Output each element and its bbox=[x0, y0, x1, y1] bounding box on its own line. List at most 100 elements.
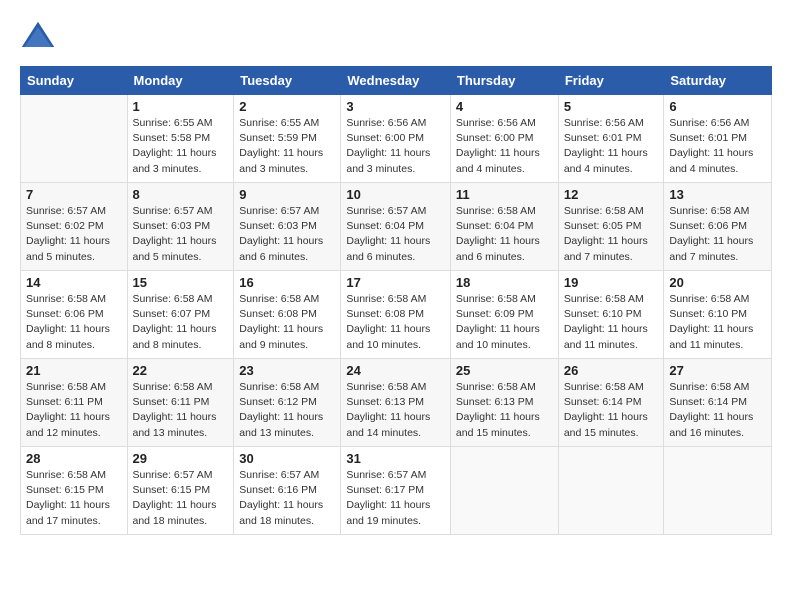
calendar-header-row: SundayMondayTuesdayWednesdayThursdayFrid… bbox=[21, 67, 772, 95]
calendar-cell bbox=[450, 447, 558, 535]
weekday-header-thursday: Thursday bbox=[450, 67, 558, 95]
day-info: Sunrise: 6:58 AM Sunset: 6:10 PM Dayligh… bbox=[564, 292, 659, 353]
page: SundayMondayTuesdayWednesdayThursdayFrid… bbox=[0, 0, 792, 612]
day-number: 28 bbox=[26, 451, 122, 466]
calendar-cell: 14 Sunrise: 6:58 AM Sunset: 6:06 PM Dayli… bbox=[21, 271, 128, 359]
calendar-cell: 5Sunrise: 6:56 AM Sunset: 6:01 PM Daylig… bbox=[558, 95, 664, 183]
day-number: 21 bbox=[26, 363, 122, 378]
calendar-week-row: 21 Sunrise: 6:58 AM Sunset: 6:11 PM Dayli… bbox=[21, 359, 772, 447]
day-number: 19 bbox=[564, 275, 659, 290]
day-number: 26 bbox=[564, 363, 659, 378]
day-number: 20 bbox=[669, 275, 766, 290]
logo-icon bbox=[20, 20, 56, 56]
day-number: 27 bbox=[669, 363, 766, 378]
day-number: 6 bbox=[669, 99, 766, 114]
day-number: 29 bbox=[133, 451, 229, 466]
day-info: Sunrise: 6:57 AM Sunset: 6:03 PM Dayligh… bbox=[133, 204, 229, 265]
day-number: 16 bbox=[239, 275, 335, 290]
calendar-cell: 7Sunrise: 6:57 AM Sunset: 6:02 PM Daylig… bbox=[21, 183, 128, 271]
day-number: 14 bbox=[26, 275, 122, 290]
day-info: Sunrise: 6:55 AM Sunset: 5:58 PM Dayligh… bbox=[133, 116, 229, 177]
calendar-cell: 3 Sunrise: 6:56 AM Sunset: 6:00 PM Daylig… bbox=[341, 95, 451, 183]
calendar-cell bbox=[21, 95, 128, 183]
day-number: 11 bbox=[456, 187, 553, 202]
day-number: 22 bbox=[133, 363, 229, 378]
calendar-cell: 9 Sunrise: 6:57 AM Sunset: 6:03 PM Daylig… bbox=[234, 183, 341, 271]
header bbox=[20, 20, 772, 56]
calendar-cell: 20 Sunrise: 6:58 AM Sunset: 6:10 PM Dayli… bbox=[664, 271, 772, 359]
calendar-cell: 17 Sunrise: 6:58 AM Sunset: 6:08 PM Dayli… bbox=[341, 271, 451, 359]
day-info: Sunrise: 6:58 AM Sunset: 6:12 PM Dayligh… bbox=[239, 380, 335, 441]
day-number: 25 bbox=[456, 363, 553, 378]
calendar-cell: 24 Sunrise: 6:58 AM Sunset: 6:13 PM Dayli… bbox=[341, 359, 451, 447]
calendar-cell: 26 Sunrise: 6:58 AM Sunset: 6:14 PM Dayli… bbox=[558, 359, 664, 447]
day-number: 23 bbox=[239, 363, 335, 378]
calendar-cell: 19 Sunrise: 6:58 AM Sunset: 6:10 PM Dayli… bbox=[558, 271, 664, 359]
weekday-header-wednesday: Wednesday bbox=[341, 67, 451, 95]
calendar-cell: 23 Sunrise: 6:58 AM Sunset: 6:12 PM Dayli… bbox=[234, 359, 341, 447]
calendar-week-row: 7Sunrise: 6:57 AM Sunset: 6:02 PM Daylig… bbox=[21, 183, 772, 271]
calendar-cell: 1 Sunrise: 6:55 AM Sunset: 5:58 PM Daylig… bbox=[127, 95, 234, 183]
calendar-week-row: 14 Sunrise: 6:58 AM Sunset: 6:06 PM Dayli… bbox=[21, 271, 772, 359]
day-number: 10 bbox=[346, 187, 445, 202]
day-info: Sunrise: 6:58 AM Sunset: 6:13 PM Dayligh… bbox=[346, 380, 445, 441]
day-info: Sunrise: 6:58 AM Sunset: 6:13 PM Dayligh… bbox=[456, 380, 553, 441]
day-info: Sunrise: 6:57 AM Sunset: 6:03 PM Dayligh… bbox=[239, 204, 335, 265]
calendar-cell: 13 Sunrise: 6:58 AM Sunset: 6:06 PM Dayli… bbox=[664, 183, 772, 271]
day-number: 4 bbox=[456, 99, 553, 114]
calendar-cell: 8 Sunrise: 6:57 AM Sunset: 6:03 PM Daylig… bbox=[127, 183, 234, 271]
day-info: Sunrise: 6:58 AM Sunset: 6:14 PM Dayligh… bbox=[669, 380, 766, 441]
day-info: Sunrise: 6:56 AM Sunset: 6:01 PM Dayligh… bbox=[669, 116, 766, 177]
day-info: Sunrise: 6:58 AM Sunset: 6:06 PM Dayligh… bbox=[669, 204, 766, 265]
weekday-header-sunday: Sunday bbox=[21, 67, 128, 95]
day-info: Sunrise: 6:58 AM Sunset: 6:05 PM Dayligh… bbox=[564, 204, 659, 265]
calendar-table: SundayMondayTuesdayWednesdayThursdayFrid… bbox=[20, 66, 772, 535]
calendar-cell: 10 Sunrise: 6:57 AM Sunset: 6:04 PM Dayli… bbox=[341, 183, 451, 271]
calendar-cell: 18 Sunrise: 6:58 AM Sunset: 6:09 PM Dayli… bbox=[450, 271, 558, 359]
calendar-cell: 4 Sunrise: 6:56 AM Sunset: 6:00 PM Daylig… bbox=[450, 95, 558, 183]
day-info: Sunrise: 6:58 AM Sunset: 6:14 PM Dayligh… bbox=[564, 380, 659, 441]
day-info: Sunrise: 6:57 AM Sunset: 6:17 PM Dayligh… bbox=[346, 468, 445, 529]
day-number: 18 bbox=[456, 275, 553, 290]
weekday-header-saturday: Saturday bbox=[664, 67, 772, 95]
day-number: 1 bbox=[133, 99, 229, 114]
day-info: Sunrise: 6:58 AM Sunset: 6:04 PM Dayligh… bbox=[456, 204, 553, 265]
calendar-cell: 12 Sunrise: 6:58 AM Sunset: 6:05 PM Dayli… bbox=[558, 183, 664, 271]
day-number: 2 bbox=[239, 99, 335, 114]
day-info: Sunrise: 6:58 AM Sunset: 6:11 PM Dayligh… bbox=[26, 380, 122, 441]
weekday-header-friday: Friday bbox=[558, 67, 664, 95]
calendar-cell: 22Sunrise: 6:58 AM Sunset: 6:11 PM Dayli… bbox=[127, 359, 234, 447]
calendar-cell: 6 Sunrise: 6:56 AM Sunset: 6:01 PM Daylig… bbox=[664, 95, 772, 183]
day-info: Sunrise: 6:58 AM Sunset: 6:08 PM Dayligh… bbox=[239, 292, 335, 353]
day-number: 13 bbox=[669, 187, 766, 202]
day-info: Sunrise: 6:56 AM Sunset: 6:00 PM Dayligh… bbox=[346, 116, 445, 177]
calendar-cell: 31 Sunrise: 6:57 AM Sunset: 6:17 PM Dayli… bbox=[341, 447, 451, 535]
calendar-week-row: 28 Sunrise: 6:58 AM Sunset: 6:15 PM Dayli… bbox=[21, 447, 772, 535]
calendar-cell: 11 Sunrise: 6:58 AM Sunset: 6:04 PM Dayli… bbox=[450, 183, 558, 271]
calendar-cell bbox=[558, 447, 664, 535]
day-number: 8 bbox=[133, 187, 229, 202]
day-number: 5 bbox=[564, 99, 659, 114]
day-info: Sunrise: 6:57 AM Sunset: 6:16 PM Dayligh… bbox=[239, 468, 335, 529]
day-info: Sunrise: 6:58 AM Sunset: 6:09 PM Dayligh… bbox=[456, 292, 553, 353]
day-info: Sunrise: 6:58 AM Sunset: 6:10 PM Dayligh… bbox=[669, 292, 766, 353]
day-number: 24 bbox=[346, 363, 445, 378]
day-info: Sunrise: 6:57 AM Sunset: 6:04 PM Dayligh… bbox=[346, 204, 445, 265]
day-info: Sunrise: 6:56 AM Sunset: 6:00 PM Dayligh… bbox=[456, 116, 553, 177]
calendar-cell: 30Sunrise: 6:57 AM Sunset: 6:16 PM Dayli… bbox=[234, 447, 341, 535]
day-number: 17 bbox=[346, 275, 445, 290]
calendar-cell: 16 Sunrise: 6:58 AM Sunset: 6:08 PM Dayli… bbox=[234, 271, 341, 359]
day-number: 31 bbox=[346, 451, 445, 466]
day-info: Sunrise: 6:58 AM Sunset: 6:06 PM Dayligh… bbox=[26, 292, 122, 353]
day-number: 3 bbox=[346, 99, 445, 114]
day-number: 9 bbox=[239, 187, 335, 202]
day-number: 7 bbox=[26, 187, 122, 202]
day-info: Sunrise: 6:58 AM Sunset: 6:15 PM Dayligh… bbox=[26, 468, 122, 529]
weekday-header-monday: Monday bbox=[127, 67, 234, 95]
day-info: Sunrise: 6:58 AM Sunset: 6:08 PM Dayligh… bbox=[346, 292, 445, 353]
calendar-cell: 27 Sunrise: 6:58 AM Sunset: 6:14 PM Dayli… bbox=[664, 359, 772, 447]
calendar-cell: 2Sunrise: 6:55 AM Sunset: 5:59 PM Daylig… bbox=[234, 95, 341, 183]
day-number: 12 bbox=[564, 187, 659, 202]
calendar-cell: 28 Sunrise: 6:58 AM Sunset: 6:15 PM Dayli… bbox=[21, 447, 128, 535]
day-info: Sunrise: 6:57 AM Sunset: 6:15 PM Dayligh… bbox=[133, 468, 229, 529]
